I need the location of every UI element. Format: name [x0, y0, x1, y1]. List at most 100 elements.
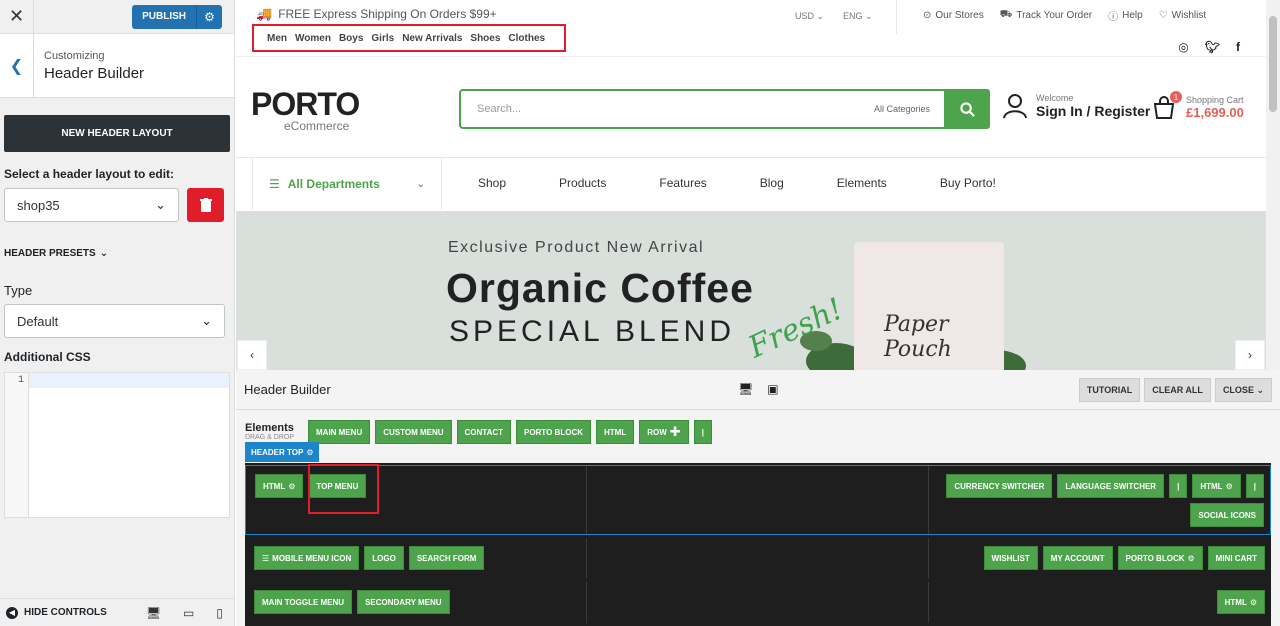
all-departments-label: All Departments [287, 177, 380, 191]
account-link[interactable]: Welcome Sign In / Register [1002, 93, 1150, 119]
top-menu-item[interactable]: Shoes [470, 33, 500, 44]
block-secondary-menu[interactable]: SECONDARY MENU [357, 590, 450, 614]
block-html[interactable]: HTML ⚙ [1216, 590, 1265, 614]
element-contact[interactable]: CONTACT [456, 420, 512, 444]
main-menu-item[interactable]: Blog [760, 176, 784, 190]
gear-icon[interactable]: ⚙ [288, 482, 295, 491]
element-custom-menu[interactable]: CUSTOM MENU [375, 420, 452, 444]
gear-icon[interactable]: ⚙ [1188, 554, 1195, 563]
facebook-icon[interactable]: f [1236, 40, 1240, 54]
element-porto-block[interactable]: PORTO BLOCK [516, 420, 591, 444]
top-menu-item[interactable]: Men [267, 33, 287, 44]
main-menu-item[interactable]: Shop [478, 176, 506, 190]
tablet-preview-icon[interactable]: ▭ [183, 606, 194, 620]
block-my-account[interactable]: MY ACCOUNT [1042, 546, 1113, 570]
row-cell-left[interactable]: ☰ MOBILE MENU ICON LOGO SEARCH FORM [245, 538, 587, 579]
elements-subtitle: DRAG & DROP [245, 434, 295, 441]
row-cell-center[interactable] [587, 582, 929, 623]
top-menu-item[interactable]: Women [295, 33, 331, 44]
close-builder-button[interactable]: CLOSE ⌄ [1214, 378, 1272, 402]
hero-banner: Exclusive Product New Arrival Organic Co… [236, 211, 1266, 370]
delete-layout-button[interactable] [187, 188, 224, 222]
row-cell-right[interactable]: WISHLIST MY ACCOUNT PORTO BLOCK ⚙ MINI CA… [929, 538, 1271, 579]
element-main-menu[interactable]: MAIN MENU [308, 420, 371, 444]
row-cell-right[interactable]: HTML ⚙ [929, 582, 1271, 623]
tutorial-button[interactable]: TUTORIAL [1078, 378, 1141, 402]
language-switcher[interactable]: ENG ⌄ [843, 11, 873, 22]
row-cell-left[interactable]: MAIN TOGGLE MENU SECONDARY MENU [245, 582, 587, 623]
clear-all-button[interactable]: CLEAR ALL [1144, 378, 1211, 402]
top-menu-item[interactable]: Clothes [508, 33, 545, 44]
location-icon: ⊙ [923, 10, 932, 21]
block-html[interactable]: HTML ⚙ [1192, 474, 1241, 498]
customizer-footer: ◀ HIDE CONTROLS 🖥 ▭ ▯ [0, 598, 235, 626]
slider-next-arrow[interactable]: › [1235, 340, 1265, 370]
help-link[interactable]: ⓘ Help [1108, 8, 1143, 23]
top-menu-item[interactable]: Girls [371, 33, 394, 44]
block-porto-block[interactable]: PORTO BLOCK ⚙ [1117, 546, 1203, 570]
wishlist-link[interactable]: ♡ Wishlist [1159, 8, 1206, 23]
header-main-row: ☰ MOBILE MENU ICON LOGO SEARCH FORM WISHL… [245, 538, 1271, 579]
instagram-icon[interactable]: ◎ [1178, 40, 1188, 54]
chevron-down-icon: ⌄ [201, 313, 212, 328]
block-search-form[interactable]: SEARCH FORM [408, 546, 485, 570]
preview-scrollbar[interactable] [1266, 0, 1280, 370]
header-top-tag[interactable]: HEADER TOP ⚙ [245, 442, 320, 462]
block-logo[interactable]: LOGO [364, 546, 404, 570]
publish-button[interactable]: PUBLISH [132, 4, 196, 29]
main-menu-item[interactable]: Features [659, 176, 706, 190]
hide-controls-button[interactable]: ◀ HIDE CONTROLS [6, 606, 107, 619]
gear-icon[interactable]: ⚙ [1250, 598, 1257, 607]
element-row[interactable]: ROW ✚ [639, 420, 689, 444]
block-currency-switcher[interactable]: CURRENCY SWITCHER [946, 474, 1053, 498]
slider-prev-arrow[interactable]: ‹ [237, 340, 267, 370]
close-label: CLOSE [1222, 385, 1254, 395]
main-menu-item[interactable]: Products [559, 176, 606, 190]
block-divider[interactable]: | [1169, 474, 1188, 498]
search-button[interactable] [944, 89, 990, 129]
mini-cart[interactable]: 1 Shopping Cart £1,699.00 [1152, 91, 1244, 120]
new-header-layout-button[interactable]: NEW HEADER LAYOUT [4, 115, 230, 152]
block-divider[interactable]: | [1245, 474, 1264, 498]
block-language-switcher[interactable]: LANGUAGE SWITCHER [1057, 474, 1165, 498]
desktop-preview-icon[interactable]: 🖥 [146, 606, 161, 620]
main-menu-item[interactable]: Elements [837, 176, 887, 190]
element-html[interactable]: HTML [596, 420, 635, 444]
mobile-preview-icon[interactable]: ▯ [216, 606, 223, 620]
all-departments-toggle[interactable]: ☰ All Departments ⌄ [252, 158, 442, 210]
publish-settings-gear-icon[interactable]: ⚙ [196, 4, 222, 29]
currency-value: USD [795, 11, 815, 21]
close-icon[interactable]: ✕ [0, 0, 34, 34]
banner-heading: Organic Coffee [446, 265, 754, 311]
header-presets-toggle[interactable]: HEADER PRESETS ⌄ [0, 248, 234, 259]
block-html[interactable]: HTML ⚙ [255, 474, 304, 498]
track-order-link[interactable]: ⛟ Track Your Order [1000, 8, 1092, 23]
top-menu-item[interactable]: New Arrivals [402, 33, 462, 44]
gear-icon[interactable]: ⚙ [1226, 482, 1233, 491]
block-social-icons[interactable]: SOCIAL ICONS [1190, 503, 1264, 527]
desktop-view-icon[interactable]: 🖥 [738, 382, 753, 396]
row-cell-right[interactable]: CURRENCY SWITCHER LANGUAGE SWITCHER | HT… [929, 466, 1270, 534]
row-cell-center[interactable] [587, 538, 929, 579]
block-mini-cart[interactable]: MINI CART [1207, 546, 1265, 570]
main-menu-item[interactable]: Buy Porto! [940, 176, 996, 190]
logo[interactable]: PORTO eCommerce [251, 88, 360, 133]
our-stores-link[interactable]: ⊙ Our Stores [923, 8, 984, 23]
type-select[interactable]: Default ⌄ [4, 304, 225, 338]
block-main-toggle-menu[interactable]: MAIN TOGGLE MENU [254, 590, 353, 614]
collapse-icon: ◀ [6, 606, 18, 619]
currency-switcher[interactable]: USD ⌄ [795, 11, 824, 22]
element-divider[interactable]: | [693, 420, 712, 444]
row-cell-left[interactable]: HTML ⚙ TOP MENU [246, 466, 588, 534]
search-category-select[interactable]: All Categories [874, 104, 944, 114]
block-wishlist[interactable]: WISHLIST [983, 546, 1038, 570]
mobile-view-icon[interactable]: ▣ [767, 382, 778, 396]
top-menu-item[interactable]: Boys [339, 33, 363, 44]
twitter-icon[interactable]: 🐦︎ [1205, 40, 1220, 54]
row-cell-center[interactable] [587, 466, 929, 534]
back-chevron-icon[interactable]: ❮ [0, 33, 34, 98]
search-input[interactable]: Search... [461, 103, 874, 115]
block-mobile-menu-icon[interactable]: ☰ MOBILE MENU ICON [254, 546, 360, 570]
additional-css-editor[interactable]: 1 [4, 372, 230, 518]
header-layout-select[interactable]: shop35 ⌄ [4, 188, 179, 222]
